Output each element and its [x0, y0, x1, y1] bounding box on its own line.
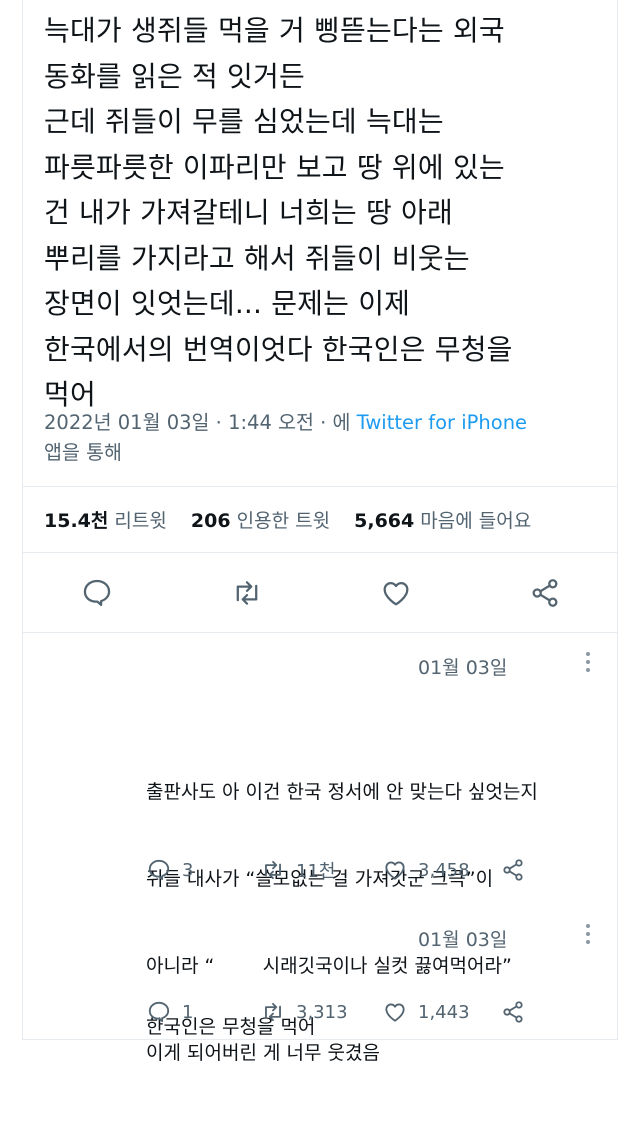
retweets-label: 리트윗 [114, 510, 167, 532]
divider [22, 632, 618, 633]
tweet-text-line: 늑대가 생쥐들 먹을 거 삥뜯는다는 외국 [44, 14, 505, 47]
tweet-text-line: 근데 쥐들이 무를 심었는데 늑대는 [44, 105, 444, 138]
share-icon [503, 1001, 523, 1023]
divider [22, 552, 618, 553]
tweet-text-line: 파릇파릇한 이파리만 보고 땅 위에 있는 [44, 150, 505, 184]
share-icon [532, 579, 558, 607]
tweet-text-line: 동화를 읽은 적 잇거든 [44, 59, 305, 93]
like-count: 3,458 [418, 859, 470, 881]
via-label: 앱을 통해 [44, 441, 122, 464]
like-button[interactable] [379, 576, 413, 610]
retweet-button[interactable] [230, 576, 264, 610]
like-button[interactable]: 3,458 [382, 857, 470, 883]
reply-button[interactable] [80, 576, 114, 610]
tweet-actions [22, 570, 618, 620]
reply-count: 3 [182, 859, 194, 881]
retweet-icon [265, 860, 281, 880]
tweet-meta: 2022년 01월 03일 · 1:44 오전 · 에 Twitter for … [44, 408, 594, 468]
like-count: 1,443 [418, 1001, 470, 1023]
like-button[interactable]: 1,443 [382, 999, 470, 1025]
source-link[interactable]: Twitter for iPhone [357, 411, 527, 434]
tweet-stats: 15.4천 리트윗 206 인용한 트윗 5,664 마음에 들어요 [44, 506, 531, 533]
reply-icon [148, 859, 170, 881]
reply-icon [83, 579, 111, 607]
share-icon [503, 859, 523, 881]
likes-stat[interactable]: 5,664 마음에 들어요 [354, 510, 531, 532]
reply-text-line: 출판사도 아 이건 한국 정서에 안 맞는다 싶엇는지 [146, 781, 538, 803]
reply-count: 1 [182, 1001, 194, 1023]
retweet-icon [236, 581, 258, 605]
reply-button[interactable]: 3 [146, 857, 193, 883]
retweet-icon [265, 1002, 281, 1022]
more-options-icon[interactable] [584, 924, 592, 948]
likes-count: 5,664 [354, 510, 415, 532]
tweet-text-line: 장면이 잇엇는데... 문제는 이제 [44, 287, 411, 320]
quotes-label: 인용한 트윗 [236, 510, 331, 532]
divider [22, 486, 618, 487]
reply-date[interactable]: 01월 03일 [418, 925, 507, 952]
retweet-count: 3,313 [296, 1001, 348, 1023]
heart-icon [383, 581, 409, 606]
share-button[interactable] [500, 999, 526, 1025]
reply-date[interactable]: 01월 03일 [418, 653, 507, 680]
retweets-stat[interactable]: 15.4천 리트윗 [44, 510, 167, 532]
tweet-text: 늑대가 생쥐들 먹을 거 삥뜯는다는 외국 동화를 읽은 적 잇거든 근데 쥐들… [44, 8, 604, 418]
more-options-icon[interactable] [584, 652, 592, 676]
quotes-count: 206 [190, 510, 231, 532]
retweet-count: 11천 [296, 861, 336, 882]
share-button[interactable] [528, 576, 562, 610]
retweet-button[interactable]: 11천 [260, 857, 335, 883]
share-button[interactable] [500, 857, 526, 883]
tweet-text-line: 한국에서의 번역이엇다 한국인은 무청을 [44, 332, 513, 366]
reply-icon [148, 1001, 170, 1023]
heart-icon [385, 1003, 405, 1022]
tweet-text-line: 건 내가 가져갈테니 너희는 땅 아래 [44, 196, 453, 229]
retweet-button[interactable]: 3,313 [260, 999, 348, 1025]
heart-icon [385, 861, 405, 880]
reply-actions: 3 11천 3,458 [146, 857, 546, 887]
tweet-text-line: 뿌리를 가지라고 해서 쥐들이 비웃는 [44, 241, 470, 275]
retweets-count: 15.4천 [44, 510, 109, 532]
quotes-stat[interactable]: 206 인용한 트윗 [191, 510, 330, 532]
likes-label: 마음에 들어요 [420, 510, 532, 532]
timestamp[interactable]: 2022년 01월 03일 · 1:44 오전 · 에 [44, 411, 350, 434]
reply-button[interactable]: 1 [146, 999, 193, 1025]
reply-actions: 1 3,313 1,443 [146, 999, 546, 1029]
